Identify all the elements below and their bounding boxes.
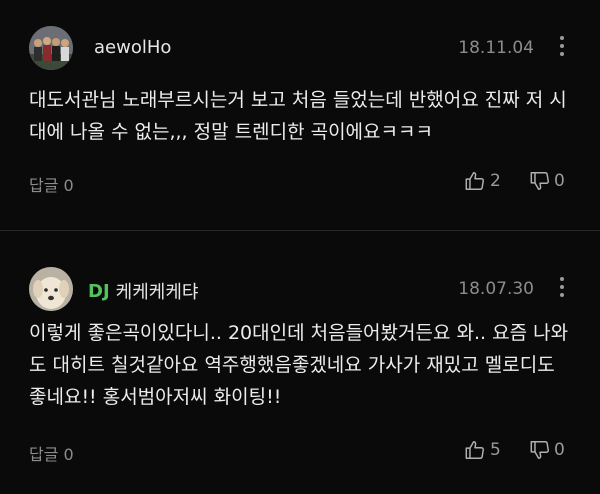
author-name[interactable]: aewolHo [88,37,171,58]
like-count: 5 [490,440,501,460]
avatar[interactable] [29,26,73,70]
author-label: aewolHo [94,37,172,58]
comment-item: aewolHo 18.11.04 대도서관님 노래부르시는거 보고 처음 들었는… [0,0,600,230]
comment-text: 대도서관님 노래부르시는거 보고 처음 들었는데 반했어요 진짜 저 시대에 나… [29,89,567,143]
like-count: 2 [490,171,501,191]
dj-badge: DJ [88,280,110,302]
comment-text: 이렇게 좋은곡이있다니.. 20대인데 처음들어봤거든요 와.. 요즘 나와도 … [29,322,569,408]
more-vertical-icon[interactable] [558,273,566,301]
reply-button[interactable]: 답글 0 [29,172,74,196]
dislike-button[interactable]: 0 [529,170,565,192]
comment-item: DJ 케케케케탸 18.07.30 이렇게 좋은곡이있다니.. 20대인데 처음… [0,231,600,494]
thumbs-down-icon [529,170,551,192]
dislike-count: 0 [554,440,565,460]
author-label: 케케케케탸 [115,282,199,303]
dislike-button[interactable]: 0 [529,439,565,461]
comment-actions: 답글 0 5 0 [0,439,600,465]
comment-list: aewolHo 18.11.04 대도서관님 노래부르시는거 보고 처음 들었는… [0,0,600,494]
thumbs-down-icon [529,439,551,461]
comment-date: 18.11.04 [458,38,534,58]
comment-header: aewolHo 18.11.04 [0,22,600,72]
thumbs-up-icon [464,439,486,461]
comment-date: 18.07.30 [458,279,534,299]
comment-actions: 답글 0 2 0 [0,170,600,196]
like-button[interactable]: 2 [464,170,501,192]
like-button[interactable]: 5 [464,439,501,461]
avatar[interactable] [29,267,73,311]
thumbs-up-icon [464,170,486,192]
reply-button[interactable]: 답글 0 [29,441,74,465]
dislike-count: 0 [554,171,565,191]
comment-header: DJ 케케케케탸 18.07.30 [0,263,600,313]
author-name[interactable]: DJ 케케케케탸 [88,278,198,304]
more-vertical-icon[interactable] [558,32,566,60]
